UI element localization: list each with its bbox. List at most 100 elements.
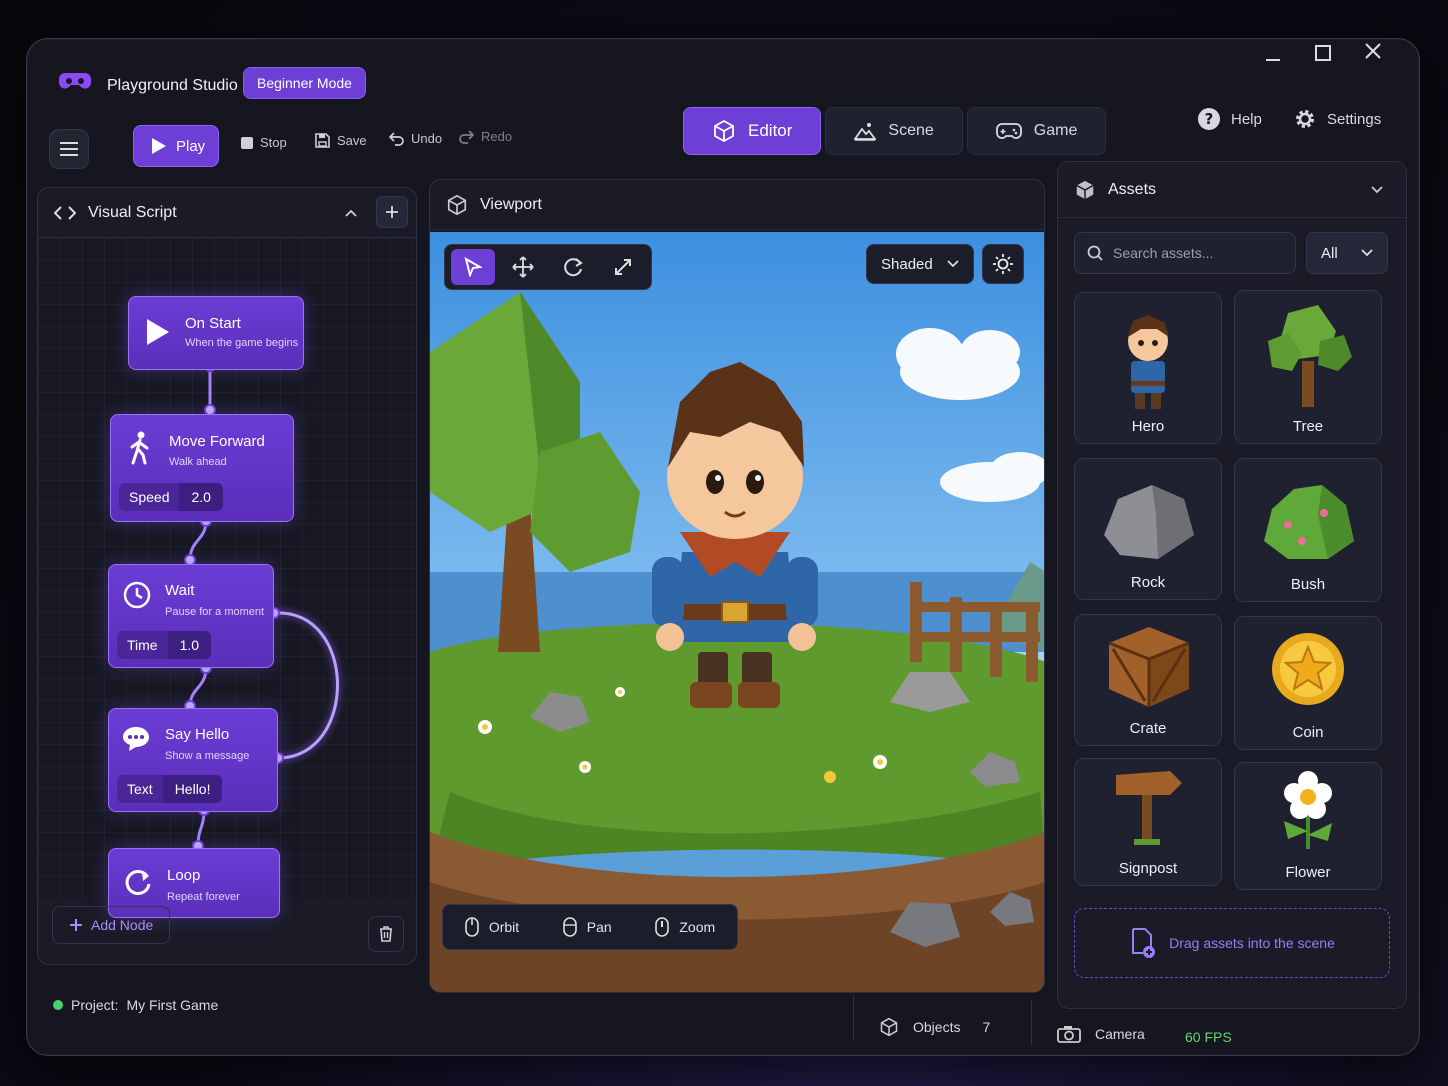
stop-button[interactable]: Stop	[241, 135, 287, 150]
asset-card-coin[interactable]: Coin	[1234, 616, 1382, 750]
mode-badge[interactable]: Beginner Mode	[243, 67, 366, 99]
signpost-icon	[1116, 771, 1182, 845]
trash-icon	[380, 926, 392, 942]
asset-card-hero[interactable]: Hero	[1074, 292, 1222, 444]
navigation-hints: Orbit Pan Zoom	[442, 904, 738, 950]
param-speed[interactable]: Speed 2.0	[119, 483, 223, 511]
mouse-scroll-icon	[655, 917, 670, 937]
gear-icon	[1296, 110, 1314, 128]
node-wait[interactable]: Wait Pause for a moment Time 1.0	[108, 564, 274, 668]
help-label: Help	[1231, 110, 1262, 128]
chevron-down-icon	[1371, 186, 1383, 194]
chevron-down-icon	[1361, 249, 1373, 257]
asset-label: Coin	[1292, 724, 1324, 741]
camera-label: Camera	[1095, 1026, 1145, 1042]
node-subtitle: Repeat forever	[167, 891, 240, 903]
move-tool-button[interactable]	[501, 249, 545, 285]
scale-tool-button[interactable]	[601, 249, 645, 285]
shading-dropdown[interactable]: Shaded	[866, 244, 974, 284]
hamburger-menu-button[interactable]	[49, 129, 89, 169]
viewport-panel: Viewport Shaded Orbit Pan Zoom	[429, 179, 1045, 993]
add-node-label: Add Node	[91, 917, 154, 933]
node-on-start[interactable]: On Start When the game begins	[128, 296, 304, 370]
pan-hint: Pan	[562, 917, 612, 937]
save-icon	[315, 133, 330, 148]
settings-button[interactable]: Settings	[1293, 107, 1381, 131]
select-tool-button[interactable]	[451, 249, 495, 285]
tab-editor-label: Editor	[748, 121, 793, 140]
param-value[interactable]: 1.0	[167, 631, 212, 659]
rock-icon	[1104, 485, 1194, 559]
status-bar: Project: My First Game Objects 7 Camera …	[27, 985, 1419, 1055]
rotate-icon	[564, 258, 583, 277]
visual-script-panel: Visual Script On Start When the game beg…	[37, 187, 417, 965]
tab-editor[interactable]: Editor	[683, 107, 822, 155]
close-icon[interactable]	[1355, 39, 1391, 69]
assets-title: Assets	[1108, 180, 1157, 198]
lighting-button[interactable]	[982, 244, 1024, 284]
help-button[interactable]: ? Help	[1197, 107, 1262, 131]
tree-icon	[1268, 305, 1352, 407]
param-value[interactable]: 2.0	[179, 483, 223, 511]
scene-view[interactable]: Shaded Orbit Pan Zoom	[430, 232, 1044, 992]
landscape-icon	[854, 123, 877, 141]
delete-node-button[interactable]	[368, 916, 404, 952]
node-say-hello[interactable]: Say Hello Show a message Text Hello!	[108, 708, 278, 812]
maximize-icon[interactable]	[1305, 39, 1341, 71]
node-title: Move Forward	[169, 433, 265, 450]
help-icon: ?	[1198, 108, 1220, 130]
asset-card-bush[interactable]: Bush	[1234, 458, 1382, 602]
project-name: My First Game	[126, 997, 219, 1013]
pan-label: Pan	[586, 919, 612, 935]
node-subtitle: Walk ahead	[169, 456, 227, 468]
play-button[interactable]: Play	[133, 125, 219, 167]
mouse-left-icon	[465, 917, 479, 937]
asset-card-signpost[interactable]: Signpost	[1074, 758, 1222, 886]
redo-button[interactable]: Redo	[459, 129, 512, 144]
asset-search-input[interactable]: Search assets...	[1074, 232, 1296, 274]
undo-button[interactable]: Undo	[389, 131, 442, 146]
asset-card-rock[interactable]: Rock	[1074, 458, 1222, 600]
asset-card-crate[interactable]: Crate	[1074, 614, 1222, 746]
asset-label: Rock	[1130, 574, 1166, 591]
sun-icon	[993, 254, 1013, 274]
camera-status[interactable]: Camera	[1057, 1025, 1145, 1043]
add-node-button[interactable]: Add Node	[52, 906, 171, 944]
node-title: Wait	[165, 582, 195, 599]
plus-icon	[70, 919, 82, 931]
rotate-tool-button[interactable]	[551, 249, 595, 285]
shading-value: Shaded	[881, 255, 933, 273]
asset-filter-dropdown[interactable]: All	[1306, 232, 1388, 274]
move-arrows-icon	[512, 256, 534, 278]
param-value[interactable]: Hello!	[162, 775, 223, 803]
fps-counter: 60 FPS	[1185, 1029, 1232, 1045]
save-label: Save	[337, 133, 367, 148]
project-label: Project:	[71, 997, 119, 1013]
asset-card-tree[interactable]: Tree	[1234, 290, 1382, 444]
param-time[interactable]: Time 1.0	[117, 631, 212, 659]
param-text[interactable]: Text Hello!	[117, 775, 223, 803]
asset-label: Bush	[1290, 576, 1326, 593]
asset-card-flower[interactable]: Flower	[1234, 762, 1382, 890]
flower-icon	[1284, 771, 1332, 849]
tab-scene[interactable]: Scene	[825, 107, 963, 155]
play-icon	[152, 138, 166, 154]
play-icon	[147, 319, 169, 345]
orbit-hint: Orbit	[465, 917, 519, 937]
assets-collapse-button[interactable]	[1370, 182, 1384, 200]
project-status: Project: My First Game	[53, 997, 218, 1013]
zoom-hint: Zoom	[655, 917, 715, 937]
stop-label: Stop	[260, 135, 287, 150]
save-button[interactable]: Save	[315, 133, 367, 148]
svg-text:?: ?	[1205, 110, 1214, 128]
cube-icon	[447, 194, 467, 215]
status-dot	[53, 1000, 63, 1010]
drop-zone[interactable]: Drag assets into the scene	[1074, 908, 1390, 978]
node-move-forward[interactable]: Move Forward Walk ahead Speed 2.0	[110, 414, 294, 522]
gamepad-icon	[995, 123, 1022, 139]
tab-game[interactable]: Game	[966, 107, 1107, 155]
minimize-icon[interactable]	[1255, 39, 1291, 75]
zoom-label: Zoom	[679, 919, 716, 935]
app-window: Playground Studio Beginner Mode Play Sto…	[26, 38, 1420, 1056]
cursor-icon	[464, 257, 482, 277]
